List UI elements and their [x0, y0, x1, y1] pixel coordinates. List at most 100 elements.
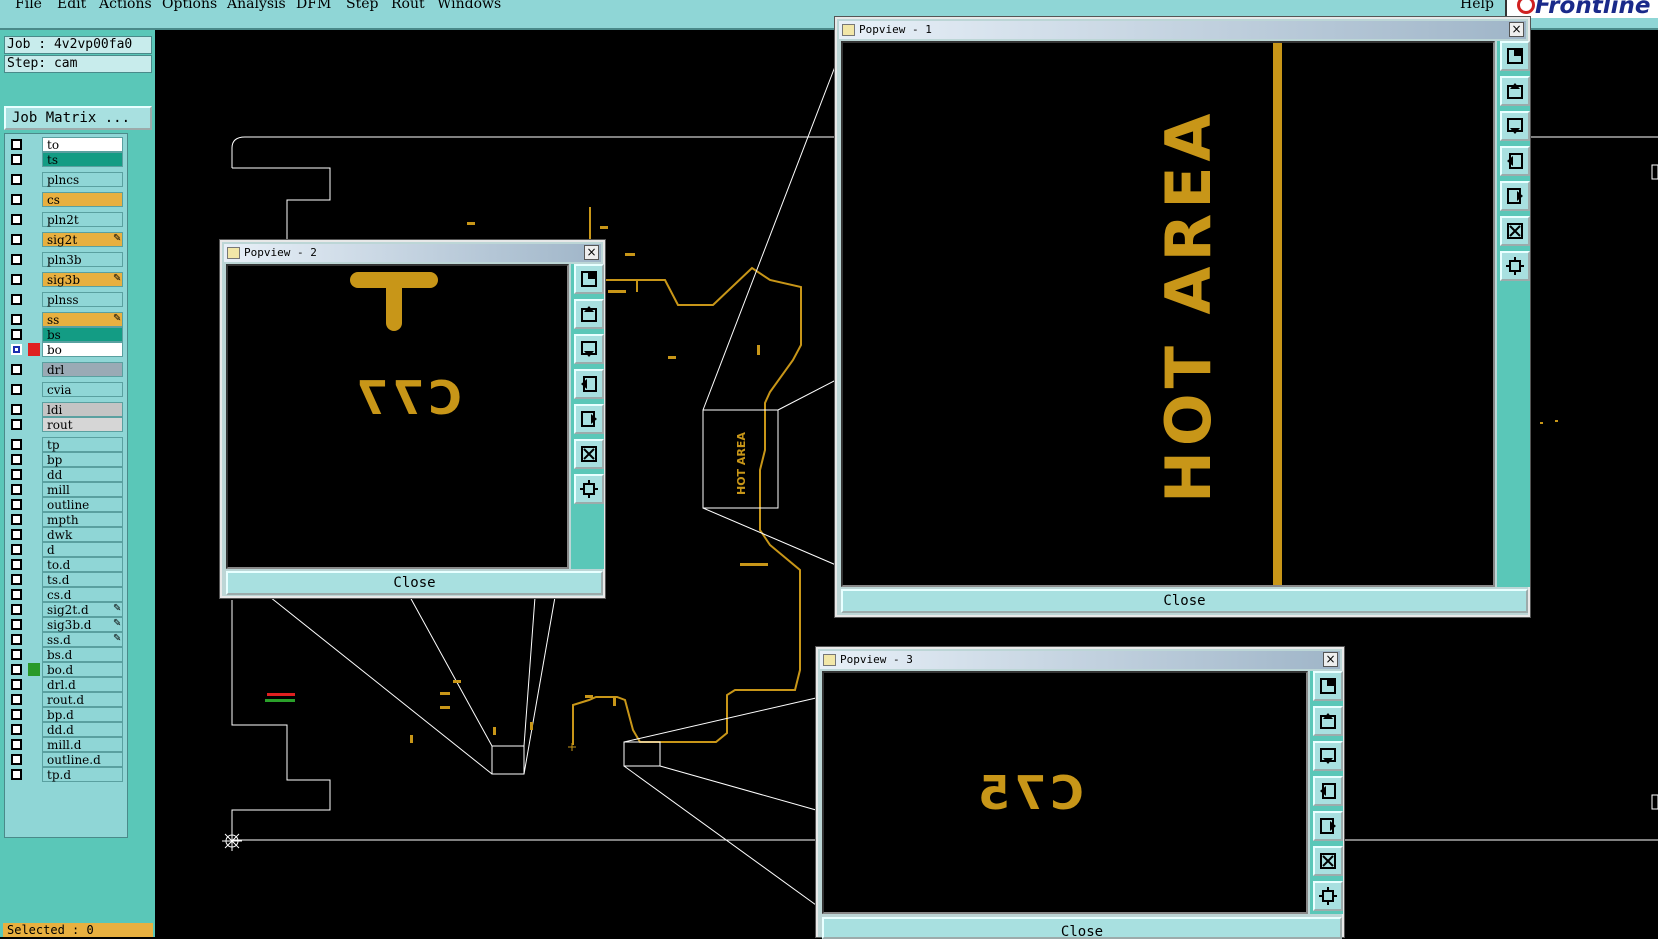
layer-row[interactable]: cvia	[5, 382, 129, 397]
layer-name[interactable]: dwk	[42, 527, 123, 542]
component-c77[interactable]	[491, 745, 525, 775]
layer-checkbox[interactable]	[11, 469, 22, 480]
layer-name[interactable]: ts.d	[42, 572, 123, 587]
layer-row[interactable]: bo.d	[5, 662, 129, 677]
popview-3-titlebar[interactable]: Popview - 3 ×	[820, 651, 1340, 669]
pan-up-icon[interactable]	[574, 299, 604, 329]
layer-row[interactable]: ts	[5, 152, 129, 167]
layer-checkbox[interactable]	[11, 514, 22, 525]
layer-name[interactable]: ldi	[42, 402, 123, 417]
layer-checkbox[interactable]	[11, 574, 22, 585]
layer-row[interactable]: to	[5, 137, 129, 152]
layer-checkbox[interactable]	[11, 619, 22, 630]
layer-row[interactable]: outline	[5, 497, 129, 512]
popview-2-view[interactable]: C77	[226, 264, 569, 569]
layer-checkbox[interactable]	[11, 174, 22, 185]
layer-checkbox[interactable]	[11, 404, 22, 415]
layer-checkbox[interactable]	[11, 589, 22, 600]
layer-name[interactable]: cvia	[42, 382, 123, 397]
pan-left-icon[interactable]	[1500, 146, 1530, 176]
layer-checkbox[interactable]	[11, 769, 22, 780]
layer-name[interactable]: ss.d	[42, 632, 123, 647]
menu-help[interactable]: Help	[1460, 0, 1494, 12]
layer-checkbox[interactable]	[11, 139, 22, 150]
zoom-window-icon[interactable]	[574, 264, 604, 294]
layer-name[interactable]: bp.d	[42, 707, 123, 722]
layer-checkbox[interactable]	[11, 559, 22, 570]
layer-name[interactable]: bs	[42, 327, 123, 342]
layer-name[interactable]: bs.d	[42, 647, 123, 662]
layer-checkbox[interactable]	[11, 214, 22, 225]
layer-name[interactable]: sig2t	[42, 232, 123, 247]
layer-name[interactable]: sig3b.d	[42, 617, 123, 632]
layer-checkbox[interactable]	[11, 679, 22, 690]
layer-checkbox[interactable]	[11, 194, 22, 205]
layer-checkbox[interactable]	[11, 724, 22, 735]
zoom-in-icon[interactable]	[1313, 846, 1343, 876]
layer-row[interactable]: ldi	[5, 402, 129, 417]
layer-name[interactable]: rout.d	[42, 692, 123, 707]
popview-1-view[interactable]: HOT AREA	[841, 41, 1495, 587]
layer-name[interactable]: bp	[42, 452, 123, 467]
pan-left-icon[interactable]	[574, 369, 604, 399]
layer-row[interactable]: plnss	[5, 292, 129, 307]
layer-checkbox[interactable]	[11, 544, 22, 555]
pan-up-icon[interactable]	[1313, 706, 1343, 736]
popview-1-titlebar[interactable]: Popview - 1 ×	[839, 21, 1526, 39]
layer-name[interactable]: mill.d	[42, 737, 123, 752]
layer-row[interactable]: ts.d	[5, 572, 129, 587]
menu-analysis[interactable]: Analysis	[227, 0, 286, 12]
job-matrix-button[interactable]: Job Matrix ...	[4, 106, 152, 130]
layer-name[interactable]: pln3b	[42, 252, 123, 267]
layer-name[interactable]: dd.d	[42, 722, 123, 737]
popview-2-close-icon[interactable]: ×	[584, 245, 599, 260]
layer-name[interactable]: ts	[42, 152, 123, 167]
layer-checkbox[interactable]	[11, 364, 22, 375]
menu-step[interactable]: Step	[346, 0, 378, 12]
layer-row[interactable]: sig2t.d ✎	[5, 602, 129, 617]
layer-row[interactable]: to.d	[5, 557, 129, 572]
popview-3-close-button[interactable]: Close	[822, 917, 1342, 939]
layer-checkbox[interactable]	[11, 709, 22, 720]
layer-row[interactable]: outline.d	[5, 752, 129, 767]
layer-row[interactable]: dwk	[5, 527, 129, 542]
component-c75[interactable]	[623, 741, 661, 767]
layer-row[interactable]: mpth	[5, 512, 129, 527]
layer-row[interactable]: rout.d	[5, 692, 129, 707]
pan-down-icon[interactable]	[574, 334, 604, 364]
zoom-out-icon[interactable]	[574, 474, 604, 504]
pan-right-icon[interactable]	[574, 404, 604, 434]
layer-name[interactable]: drl.d	[42, 677, 123, 692]
pan-up-icon[interactable]	[1500, 76, 1530, 106]
pan-down-icon[interactable]	[1500, 111, 1530, 141]
layer-checkbox[interactable]	[11, 154, 22, 165]
zoom-in-icon[interactable]	[574, 439, 604, 469]
layer-checkbox[interactable]	[11, 754, 22, 765]
layer-name[interactable]: drl	[42, 362, 123, 377]
zoom-window-icon[interactable]	[1500, 41, 1530, 71]
menu-windows[interactable]: Windows	[437, 0, 501, 12]
layer-name[interactable]: mill	[42, 482, 123, 497]
layer-checkbox[interactable]	[11, 634, 22, 645]
layer-name[interactable]: tp	[42, 437, 123, 452]
menu-actions[interactable]: Actions	[99, 0, 152, 12]
layer-name[interactable]: rout	[42, 417, 123, 432]
layer-checkbox[interactable]	[11, 314, 22, 325]
layer-row[interactable]: pln3b	[5, 252, 129, 267]
layer-checkbox[interactable]	[11, 344, 22, 355]
layer-name[interactable]: to	[42, 137, 123, 152]
layer-row[interactable]: dd	[5, 467, 129, 482]
layer-name[interactable]: bo.d	[42, 662, 123, 677]
layer-checkbox[interactable]	[11, 529, 22, 540]
layer-row[interactable]: ss.d ✎	[5, 632, 129, 647]
layer-name[interactable]: tp.d	[42, 767, 123, 782]
menu-rout[interactable]: Rout	[391, 0, 425, 12]
layer-name[interactable]: ss	[42, 312, 123, 327]
layer-row[interactable]: sig3b.d ✎	[5, 617, 129, 632]
menu-file[interactable]: File	[15, 0, 42, 12]
layer-row[interactable]: cs.d	[5, 587, 129, 602]
zoom-window-icon[interactable]	[1313, 671, 1343, 701]
layer-row[interactable]: rout	[5, 417, 129, 432]
layer-row[interactable]: tp.d	[5, 767, 129, 782]
menu-options[interactable]: Options	[162, 0, 217, 12]
